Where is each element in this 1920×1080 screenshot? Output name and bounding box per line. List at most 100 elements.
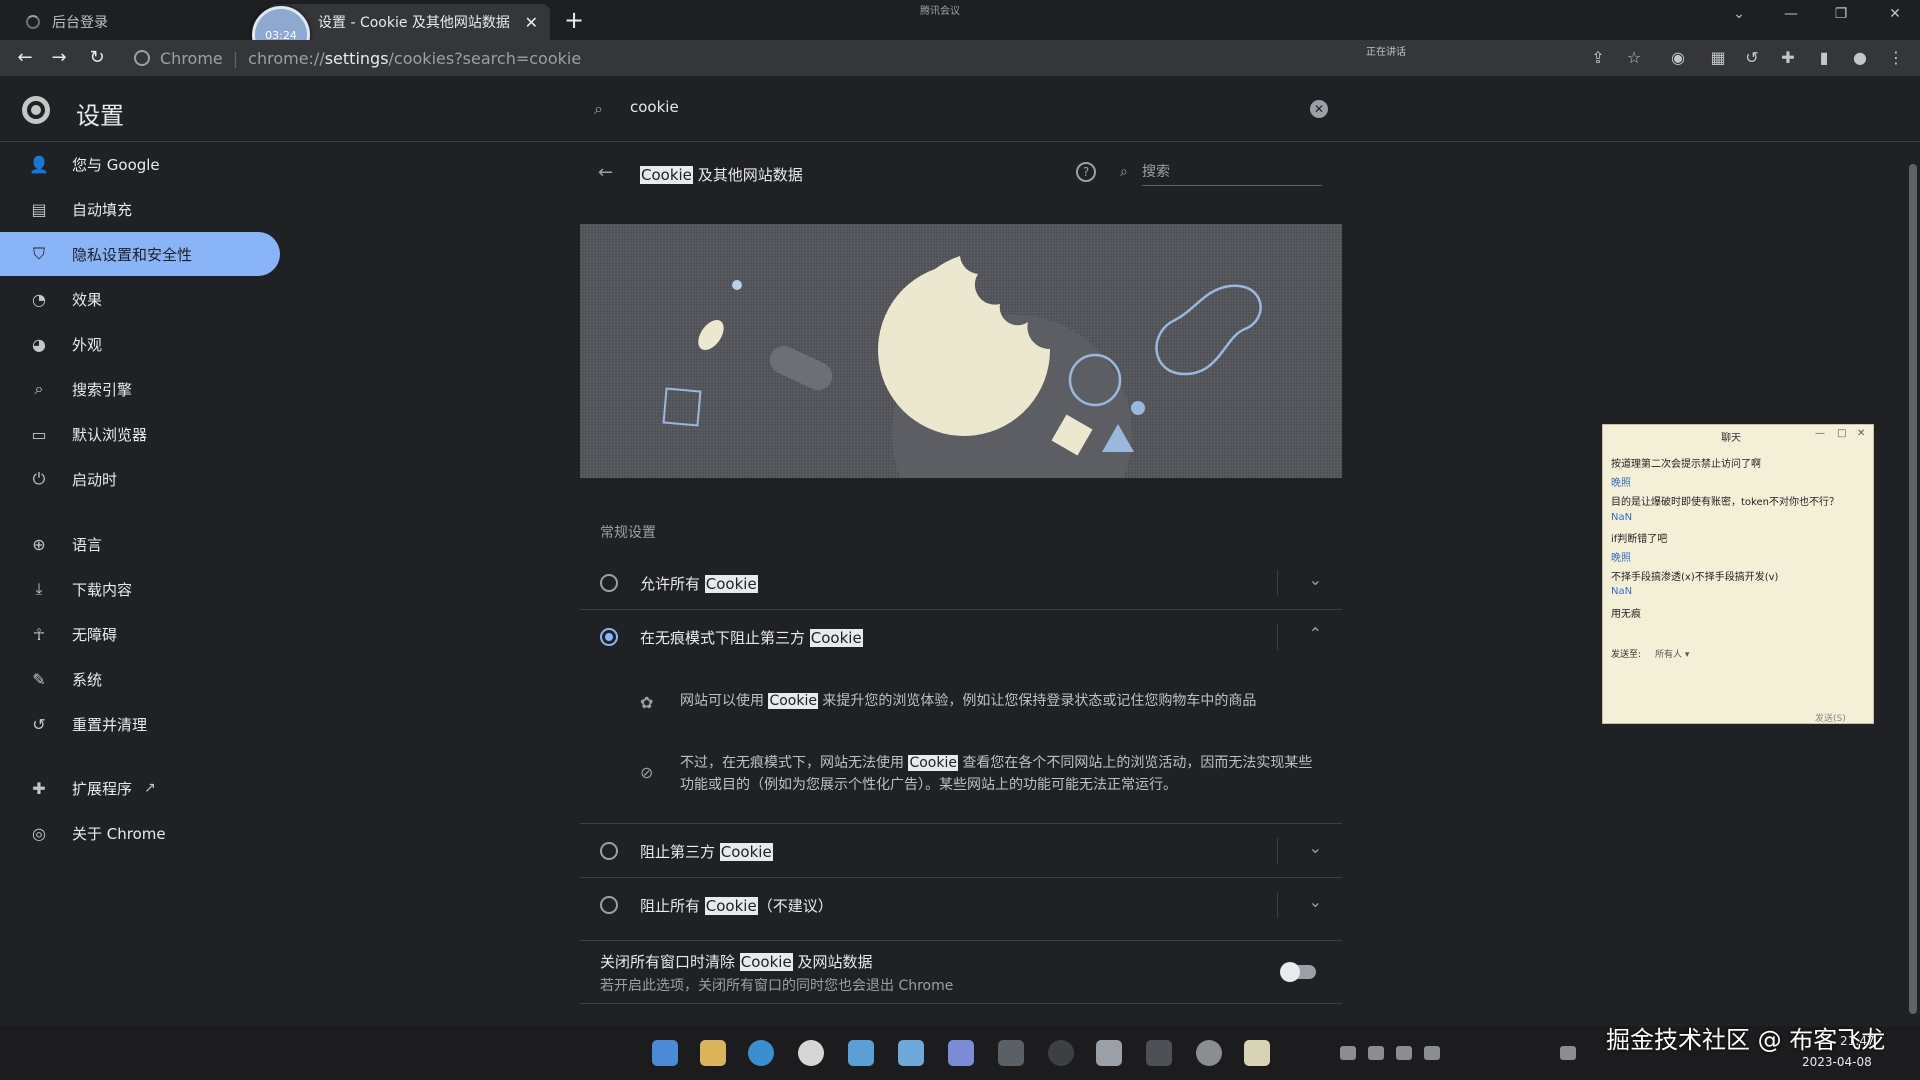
back-button[interactable]: ←: [12, 45, 38, 71]
sidebar-item-extensions[interactable]: ✚ 扩展程序 ↗: [0, 766, 280, 810]
tray-icon[interactable]: [1368, 1046, 1384, 1060]
restore-button[interactable]: ❐: [1826, 6, 1856, 22]
chevron-down-icon[interactable]: ⌄: [1309, 838, 1322, 857]
tab-close-icon[interactable]: ✕: [525, 13, 538, 32]
site-info-icon[interactable]: [134, 50, 150, 66]
new-tab-button[interactable]: +: [562, 6, 586, 34]
clock-date[interactable]: 2023-04-08: [1802, 1055, 1872, 1069]
sidebar-item-reset[interactable]: ↺ 重置并清理: [0, 702, 280, 746]
sidebar-item-autofill[interactable]: ▤ 自动填充: [0, 187, 280, 231]
sync-icon[interactable]: ↺: [1742, 48, 1762, 68]
option-allow-all[interactable]: 允许所有 Cookie ⌄: [580, 556, 1342, 610]
radio-button-checked[interactable]: [600, 628, 618, 646]
side-panel-icon[interactable]: ▮: [1814, 48, 1834, 68]
translate-icon[interactable]: ▦: [1708, 48, 1728, 68]
extension-icon[interactable]: ◉: [1668, 48, 1688, 68]
settings-header: 设置 ⌕ cookie ✕: [0, 76, 1920, 142]
loading-spinner-icon: [26, 15, 40, 29]
option-block-incognito[interactable]: 在无痕模式下阻止第三方 Cookie ⌃: [580, 610, 1342, 664]
profile-icon[interactable]: ●: [1850, 48, 1870, 68]
page-scrollbar[interactable]: [1906, 142, 1920, 1022]
radio-button[interactable]: [600, 574, 618, 592]
download-icon: ⤓: [35, 579, 43, 598]
accessibility-icon: ☥: [33, 624, 45, 644]
settings-search[interactable]: ⌕ cookie ✕: [580, 88, 1340, 130]
app-icon[interactable]: [1244, 1040, 1270, 1066]
tray-icon[interactable]: [1424, 1046, 1440, 1060]
app-icon[interactable]: [1146, 1040, 1172, 1066]
chrome-taskbar-icon[interactable]: [798, 1040, 824, 1066]
radio-button[interactable]: [600, 896, 618, 914]
tray-icon[interactable]: [1560, 1046, 1576, 1060]
minimize-button[interactable]: —: [1776, 6, 1806, 22]
clear-on-exit-toggle[interactable]: [1280, 962, 1316, 982]
clear-on-exit-row[interactable]: 关闭所有窗口时清除 Cookie 及网站数据 若开启此选项，关闭所有窗口的同时您…: [580, 940, 1342, 1004]
globe-icon: ⊕: [32, 534, 46, 554]
chat-send-button[interactable]: 发送(S): [1815, 711, 1846, 724]
chat-sender: NaN: [1611, 586, 1633, 597]
chat-minimize-icon[interactable]: —: [1815, 428, 1825, 439]
photos-icon[interactable]: [898, 1040, 924, 1066]
tab-settings-cookies[interactable]: 设置 - Cookie 及其他网站数据 ✕: [268, 4, 550, 40]
sidebar: 👤 您与 Google ▤ 自动填充 ⛉ 隐私设置和安全性 ◔ 效果 ◕ 外观 …: [0, 142, 290, 1022]
sidebar-item-search-engine[interactable]: ⌕ 搜索引擎: [0, 367, 280, 411]
forward-button[interactable]: →: [46, 45, 72, 71]
clock-time[interactable]: 21:47: [1840, 1034, 1875, 1048]
bookmark-star-icon[interactable]: ☆: [1624, 48, 1644, 68]
sidebar-item-downloads[interactable]: ⤓ 下载内容: [0, 567, 280, 611]
close-window-button[interactable]: ✕: [1880, 6, 1910, 22]
extensions-puzzle-icon[interactable]: ✚: [1778, 48, 1798, 68]
sidebar-item-on-startup[interactable]: ⏻ 启动时: [0, 457, 280, 501]
sidebar-item-appearance[interactable]: ◕ 外观: [0, 322, 280, 366]
file-explorer-icon[interactable]: [700, 1040, 726, 1066]
toggle-label-pre: 关闭所有窗口时清除: [600, 953, 740, 971]
reload-button[interactable]: ↻: [84, 45, 110, 71]
scrollbar-thumb[interactable]: [1909, 164, 1917, 1014]
tab-strip: 后台登录 设置 - Cookie 及其他网站数据 ✕ + 03:24 腾讯会议 …: [0, 0, 1920, 64]
option-label-text: 允许所有: [640, 575, 705, 593]
back-arrow-icon[interactable]: ←: [598, 162, 613, 183]
notepad-icon[interactable]: [1096, 1040, 1122, 1066]
chat-maximize-icon[interactable]: □: [1837, 428, 1846, 439]
chevron-up-icon[interactable]: ⌃: [1309, 624, 1322, 643]
small-dot-shape: [1131, 401, 1145, 415]
radio-button[interactable]: [600, 842, 618, 860]
sidebar-item-accessibility[interactable]: ☥ 无障碍: [0, 612, 280, 656]
tab-search-chevron-icon[interactable]: ⌄: [1724, 6, 1754, 22]
meeting-indicator: 腾讯会议: [920, 6, 960, 17]
sidebar-item-system[interactable]: ✎ 系统: [0, 657, 280, 701]
tray-icon[interactable]: [1340, 1046, 1356, 1060]
address-bar[interactable]: Chrome | chrome:// settings /cookies?sea…: [128, 42, 1648, 74]
share-icon[interactable]: ⇪: [1588, 48, 1608, 68]
tray-icon[interactable]: [1396, 1046, 1412, 1060]
chevron-down-icon[interactable]: ⌄: [1309, 570, 1322, 589]
clear-search-icon[interactable]: ✕: [1310, 100, 1328, 118]
chevron-down-icon[interactable]: ⌄: [1309, 892, 1322, 911]
app-icon[interactable]: [848, 1040, 874, 1066]
chat-message: if判断错了吧: [1611, 534, 1668, 545]
option-block-all[interactable]: 阻止所有 Cookie（不建议） ⌄: [580, 878, 1342, 932]
sidebar-item-about-chrome[interactable]: ◎ 关于 Chrome: [0, 811, 280, 855]
sidebar-item-default-browser[interactable]: ▭ 默认浏览器: [0, 412, 280, 456]
pycharm-icon[interactable]: [998, 1040, 1024, 1066]
option-block-third-party[interactable]: 阻止第三方 Cookie ⌄: [580, 824, 1342, 878]
search-input[interactable]: cookie: [630, 98, 679, 116]
chat-close-icon[interactable]: ✕: [1857, 428, 1865, 439]
settings-gear-icon[interactable]: [1196, 1040, 1222, 1066]
subpage-search-input[interactable]: [1142, 158, 1322, 186]
menu-icon[interactable]: ⋮: [1886, 48, 1906, 68]
option-label: 允许所有 Cookie: [640, 573, 758, 594]
chat-recipient-select[interactable]: 所有人 ▾: [1655, 647, 1689, 660]
sidebar-item-privacy[interactable]: ⛉ 隐私设置和安全性: [0, 232, 280, 276]
start-icon[interactable]: [652, 1040, 678, 1066]
sidebar-item-languages[interactable]: ⊕ 语言: [0, 522, 280, 566]
app-icon[interactable]: [1048, 1040, 1074, 1066]
sidebar-item-you-and-google[interactable]: 👤 您与 Google: [0, 142, 280, 186]
sidebar-item-performance[interactable]: ◔ 效果: [0, 277, 280, 321]
help-icon[interactable]: ?: [1076, 162, 1096, 182]
tab-backend-login[interactable]: 后台登录: [8, 4, 268, 40]
option-label-suffix: （不建议）: [757, 897, 833, 915]
option-label-text: 阻止第三方: [640, 843, 720, 861]
edge-icon[interactable]: [748, 1040, 774, 1066]
p-app-icon[interactable]: [948, 1040, 974, 1066]
